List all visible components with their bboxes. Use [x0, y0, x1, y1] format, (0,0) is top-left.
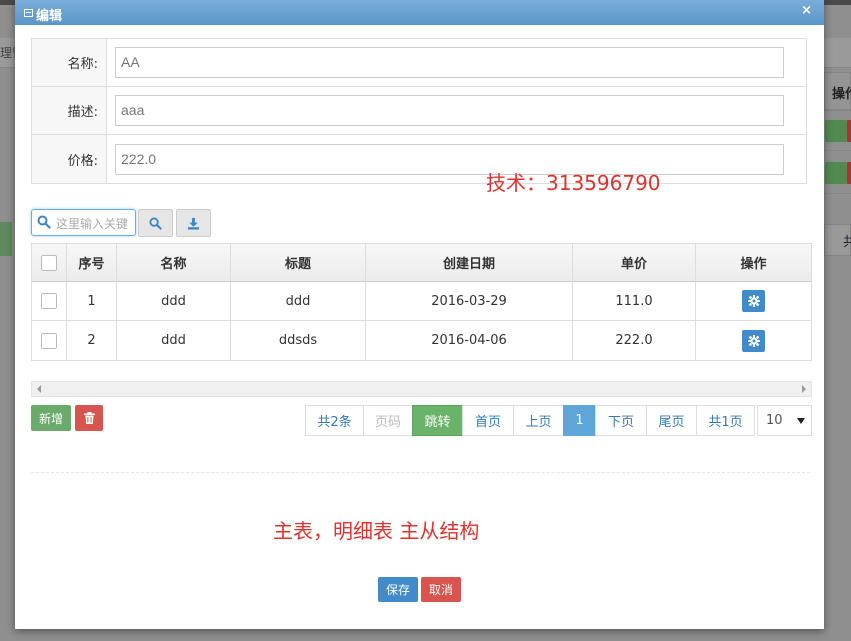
detail-grid: 序号 名称 标题 创建日期 单价 操作 1 ddd ddd 2016-03-29… — [31, 243, 812, 361]
gear-icon — [747, 334, 760, 347]
export-button[interactable] — [176, 209, 211, 237]
search-icon — [149, 216, 162, 230]
price-field[interactable]: 222.0 — [115, 143, 784, 175]
header-checkbox-cell — [32, 244, 67, 281]
delete-button[interactable] — [75, 405, 103, 431]
tech-annotation: 技术：313596790 — [486, 171, 661, 195]
scroll-right-icon[interactable] — [802, 385, 806, 393]
jump-button[interactable]: 跳转 — [412, 405, 463, 436]
form-row-description: 描述: aaa — [32, 87, 806, 135]
window-icon — [24, 9, 33, 17]
name-field-wrap: AA — [107, 39, 806, 86]
grid-header: 序号 名称 标题 创建日期 单价 操作 — [32, 244, 811, 282]
next-page-button[interactable]: 下页 — [595, 405, 647, 436]
form-row-name: 名称: AA — [32, 39, 806, 87]
table-row[interactable]: 2 ddd ddsds 2016-04-06 222.0 — [32, 321, 811, 360]
background-row-divider — [824, 150, 851, 151]
cancel-button[interactable]: 取消 — [421, 577, 461, 602]
seq-cell: 1 — [67, 282, 117, 320]
name-label: 名称: — [32, 39, 107, 86]
row-checkbox-cell — [32, 282, 67, 320]
horizontal-scrollbar[interactable] — [31, 381, 812, 397]
description-label: 描述: — [32, 87, 107, 134]
price-cell: 222.0 — [573, 321, 696, 360]
date-cell: 2016-04-06 — [366, 321, 573, 360]
background-edit-button — [825, 120, 847, 142]
current-page[interactable]: 1 — [563, 405, 596, 436]
dialog-header: 编辑 × — [15, 0, 824, 25]
last-page-button[interactable]: 尾页 — [646, 405, 697, 436]
seq-cell: 2 — [67, 321, 117, 360]
record-count: 共2条 — [305, 405, 364, 436]
column-header[interactable]: 单价 — [573, 244, 696, 281]
description-field[interactable]: aaa — [115, 95, 784, 126]
row-checkbox[interactable] — [41, 332, 57, 349]
row-checkbox[interactable] — [41, 293, 57, 309]
search-button[interactable] — [138, 209, 173, 237]
total-pages: 共1页 — [696, 405, 755, 436]
column-header[interactable]: 名称 — [117, 244, 231, 281]
price-cell: 111.0 — [573, 282, 696, 320]
column-header[interactable]: 创建日期 — [366, 244, 573, 281]
structure-annotation: 主表，明细表 主从结构 — [273, 519, 480, 543]
background-add-button — [0, 222, 12, 256]
row-settings-button[interactable] — [742, 329, 765, 352]
gear-icon — [747, 295, 760, 307]
background-row-divider — [824, 110, 851, 111]
column-header[interactable]: 标题 — [231, 244, 366, 281]
action-cell — [696, 321, 811, 360]
prev-page-button[interactable]: 上页 — [513, 405, 564, 436]
search-placeholder: 这里输入关键 — [56, 217, 129, 231]
price-label: 价格: — [32, 135, 107, 183]
name-cell: ddd — [117, 321, 231, 360]
trash-icon — [83, 412, 95, 424]
select-all-checkbox[interactable] — [41, 254, 57, 271]
date-cell: 2016-03-29 — [366, 282, 573, 320]
background-delete-button — [847, 162, 851, 184]
scroll-left-icon[interactable] — [37, 385, 41, 393]
title-cell: ddd — [231, 282, 366, 320]
background-row-divider — [824, 193, 851, 194]
background-delete-button — [847, 120, 851, 142]
search-icon — [37, 215, 51, 229]
dialog-title: 编辑 — [36, 9, 63, 24]
page-size-value: 10 — [766, 413, 783, 428]
pagination: 共2条 页码 跳转 首页 上页 1 下页 尾页 共1页 10 — [305, 405, 812, 437]
row-checkbox-cell — [32, 321, 67, 360]
column-header: 操作 — [740, 257, 767, 272]
background-column-label: 操作 — [832, 87, 851, 102]
chevron-down-icon — [797, 417, 805, 424]
name-cell: ddd — [117, 282, 231, 320]
save-button[interactable]: 保存 — [378, 577, 418, 602]
column-header[interactable]: 序号 — [67, 244, 117, 281]
download-icon — [187, 217, 200, 230]
title-cell: ddsds — [231, 321, 366, 360]
background-column-header: 操作 — [824, 72, 851, 110]
price-field-wrap: 222.0 — [107, 135, 806, 183]
row-settings-button[interactable] — [742, 290, 765, 312]
table-row[interactable]: 1 ddd ddd 2016-03-29 111.0 — [32, 282, 811, 321]
form-row-price: 价格: 222.0 — [32, 135, 806, 183]
search-input[interactable]: 这里输入关键 — [31, 209, 136, 236]
page-size-select[interactable]: 10 — [757, 405, 812, 436]
first-page-button[interactable]: 首页 — [462, 405, 514, 436]
action-cell — [696, 282, 811, 320]
background-pager: 共 — [824, 224, 851, 256]
close-icon[interactable]: × — [801, 3, 812, 18]
name-field[interactable]: AA — [115, 47, 784, 78]
background-pager-text: 共 — [843, 235, 851, 250]
master-form: 名称: AA 描述: aaa 价格: 222.0 — [31, 38, 807, 184]
divider — [31, 472, 810, 473]
page-number-input[interactable]: 页码 — [363, 405, 413, 436]
background-edit-button — [825, 162, 847, 184]
edit-dialog: 编辑 × 名称: AA 描述: aaa 价格: 222.0 技术：3135967… — [15, 0, 824, 629]
description-field-wrap: aaa — [107, 87, 806, 134]
add-button[interactable]: 新增 — [31, 405, 71, 431]
